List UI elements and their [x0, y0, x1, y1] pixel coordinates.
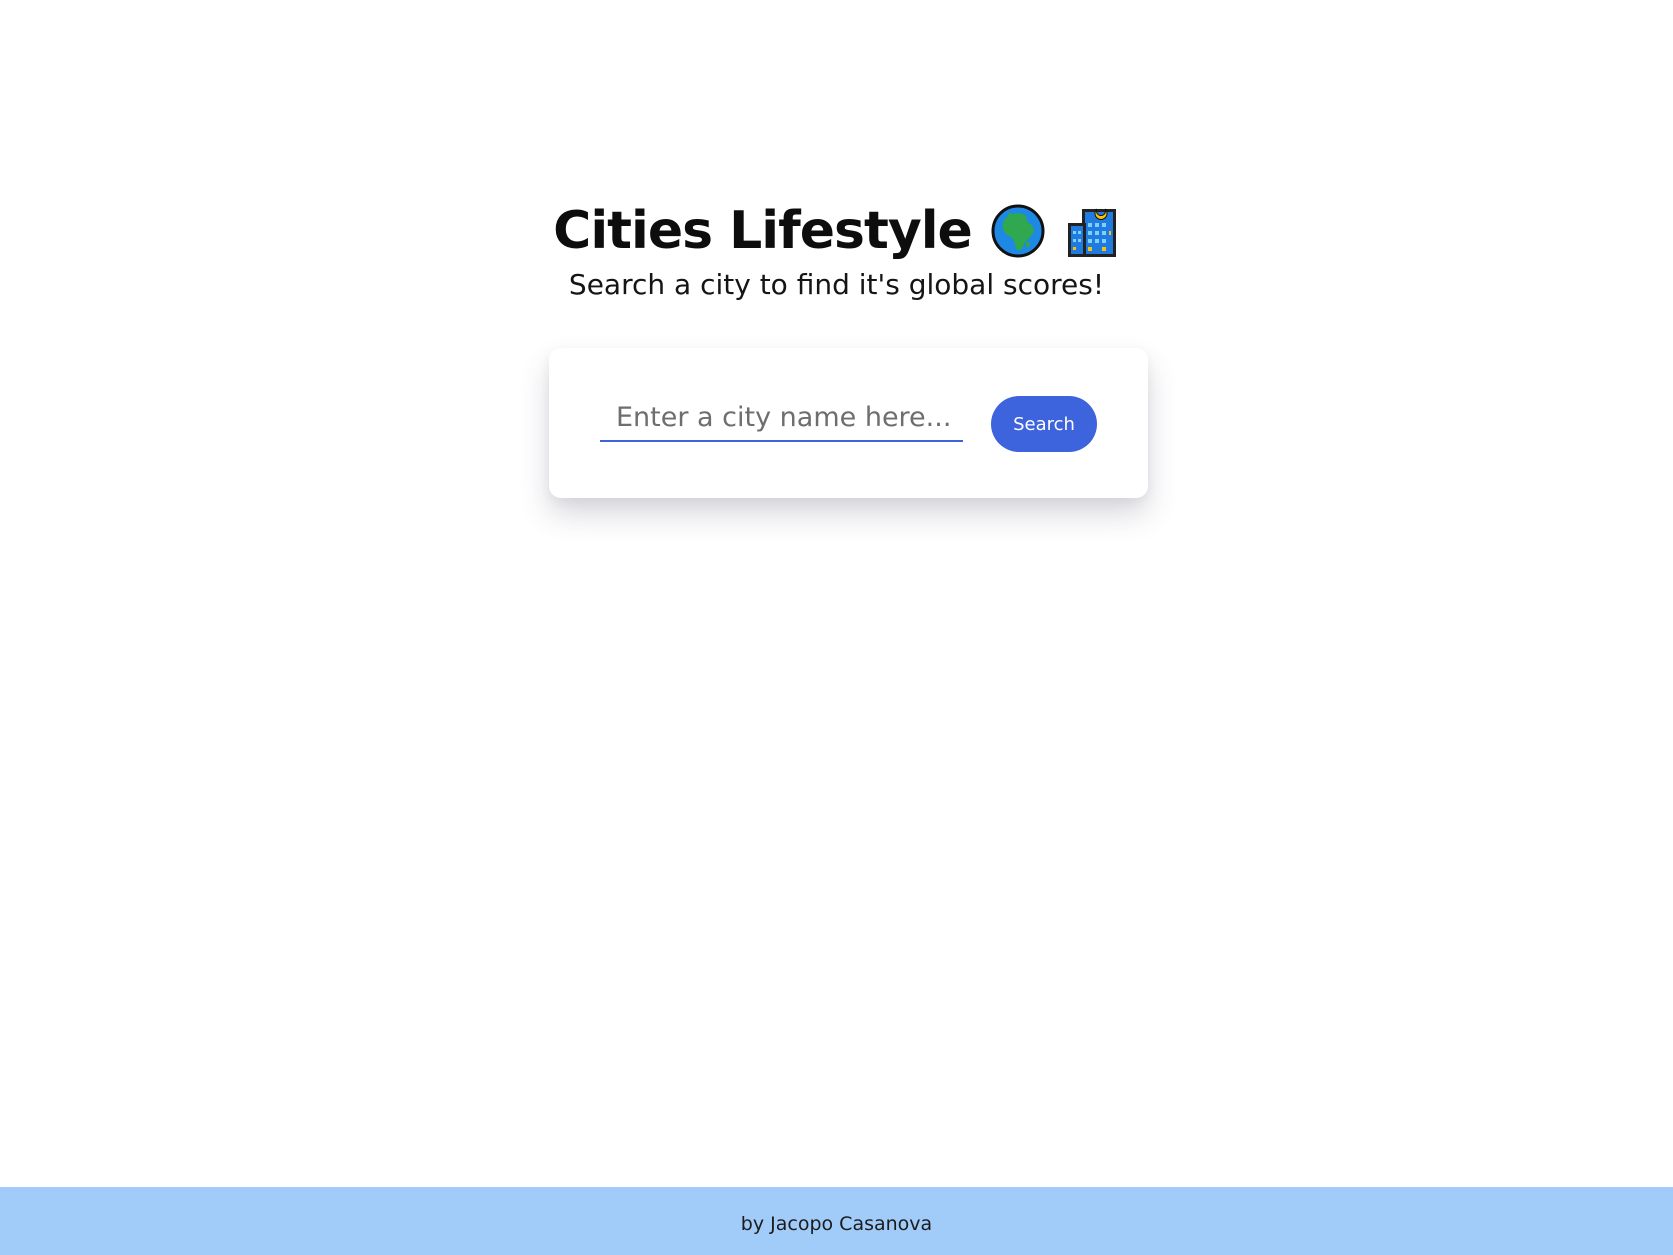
footer: by Jacopo Casanova: [0, 1187, 1673, 1255]
search-card: Search: [549, 348, 1148, 498]
footer-credit: by Jacopo Casanova: [740, 1213, 933, 1235]
page-subtitle: Search a city to find it's global scores…: [568, 268, 1105, 302]
page-title: Cities Lifestyle: [553, 201, 973, 261]
page-header: Cities Lifestyle Search a city to find i…: [0, 200, 1673, 301]
title-row: Cities Lifestyle: [553, 200, 1120, 262]
globe-africa-icon: [990, 203, 1046, 259]
city-search-input[interactable]: [600, 394, 963, 442]
search-button[interactable]: Search: [991, 396, 1097, 452]
city-building-icon: [1064, 203, 1120, 259]
page: Cities Lifestyle Search a city to find i…: [0, 0, 1673, 1255]
